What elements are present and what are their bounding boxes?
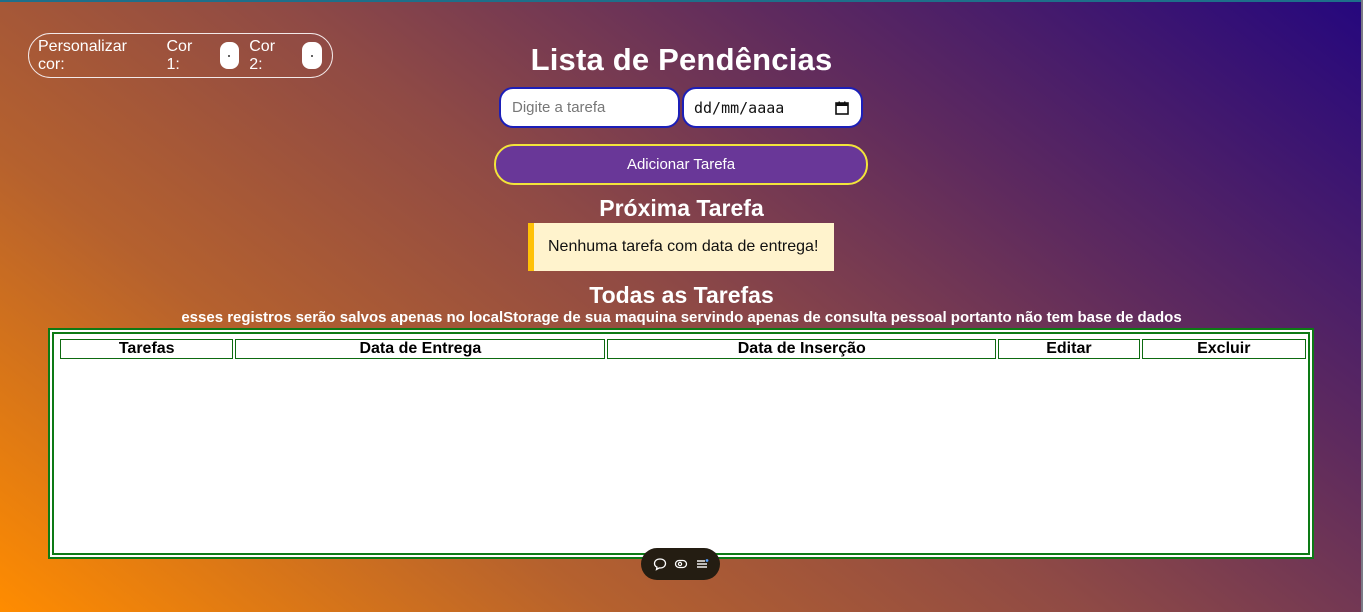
column-header-delete: Excluir: [1141, 339, 1306, 359]
table-header-row: Tarefas Data de Entrega Data de Inserção…: [60, 339, 1306, 359]
next-task-notice: Nenhuma tarefa com data de entrega!: [528, 223, 834, 271]
task-input-placeholder: Digite a tarefa: [512, 99, 606, 116]
window-top-border: [0, 0, 1363, 2]
date-input[interactable]: dd/mm/aaaa: [682, 87, 863, 128]
column-header-insert-date: Data de Inserção: [607, 339, 997, 359]
column-header-tasks: Tarefas: [60, 339, 234, 359]
floating-toolbar: [641, 548, 720, 580]
menu-icon[interactable]: [695, 557, 709, 571]
eye-icon[interactable]: [674, 557, 688, 571]
page-title: Lista de Pendências: [530, 42, 833, 77]
next-task-heading: Próxima Tarefa: [599, 195, 764, 221]
calendar-icon[interactable]: [835, 101, 849, 115]
add-task-button[interactable]: Adicionar Tarefa: [494, 144, 868, 185]
date-input-placeholder: dd/mm/aaaa: [694, 98, 785, 117]
chat-icon[interactable]: [653, 557, 667, 571]
tasks-table: Tarefas Data de Entrega Data de Inserção…: [58, 337, 1308, 361]
column-header-edit: Editar: [998, 339, 1140, 359]
storage-note: esses registros serão salvos apenas no l…: [181, 309, 1182, 326]
tasks-table-container: Tarefas Data de Entrega Data de Inserção…: [48, 328, 1314, 559]
next-task-message: Nenhuma tarefa com data de entrega!: [548, 238, 819, 255]
all-tasks-heading: Todas as Tarefas: [589, 282, 774, 308]
column-header-due-date: Data de Entrega: [235, 339, 606, 359]
task-input[interactable]: Digite a tarefa: [499, 87, 680, 128]
